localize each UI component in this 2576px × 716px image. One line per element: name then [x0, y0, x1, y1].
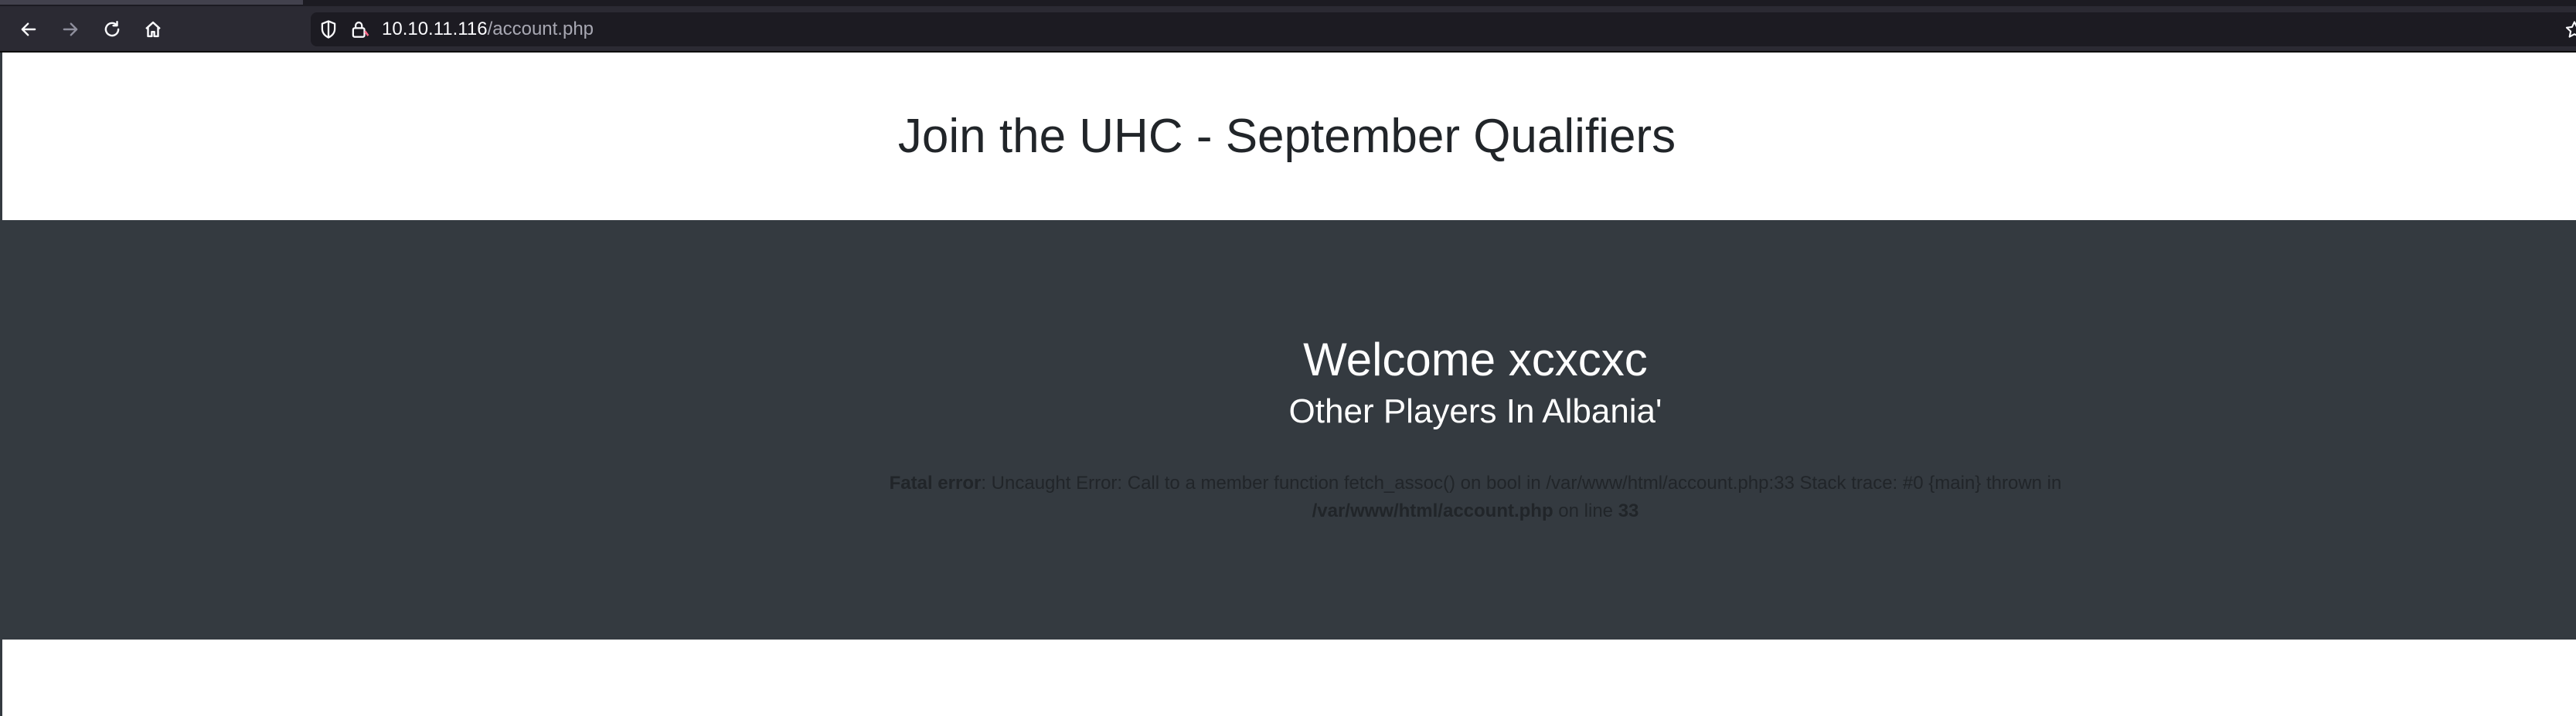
reload-button[interactable]: [97, 15, 128, 43]
browser-toolbar: 10.10.11.116/account.php: [0, 6, 2576, 53]
error-file: /var/www/html/account.php: [1312, 501, 1553, 521]
star-icon[interactable]: [2564, 20, 2576, 40]
back-button[interactable]: [13, 15, 44, 43]
shield-icon[interactable]: [318, 19, 339, 39]
page-header: Join the UHC - September Qualifiers: [2, 53, 2576, 220]
url-text[interactable]: 10.10.11.116/account.php: [382, 19, 594, 40]
error-on-line: on line: [1553, 501, 1618, 521]
url-path: /account.php: [487, 19, 594, 39]
players-heading: Other Players In Albania': [1288, 392, 1662, 430]
page-title: Join the UHC - September Qualifiers: [897, 110, 1676, 163]
error-message: : Uncaught Error: Call to a member funct…: [981, 473, 2062, 494]
account-section: Welcome xcxcxc Other Players In Albania'…: [2, 220, 2576, 640]
url-host: 10.10.11.116: [382, 19, 488, 39]
welcome-heading: Welcome xcxcxc: [1303, 334, 1648, 385]
tab-strip: [0, 0, 2576, 6]
arrow-left-icon: [21, 22, 36, 36]
page-content: Join the UHC - September Qualifiers Welc…: [0, 53, 2576, 716]
error-label: Fatal error: [889, 473, 982, 494]
forward-button[interactable]: [55, 15, 86, 43]
active-tab-indicator[interactable]: [0, 0, 303, 5]
home-icon: [145, 21, 161, 38]
home-button[interactable]: [138, 15, 168, 43]
url-bar[interactable]: 10.10.11.116/account.php: [311, 12, 2576, 46]
arrow-right-icon: [63, 22, 78, 36]
error-line-number: 33: [1618, 501, 1639, 521]
php-error-message: Fatal error: Uncaught Error: Call to a m…: [883, 470, 2067, 525]
reload-icon: [104, 21, 120, 37]
lock-warning-icon[interactable]: [349, 19, 369, 39]
